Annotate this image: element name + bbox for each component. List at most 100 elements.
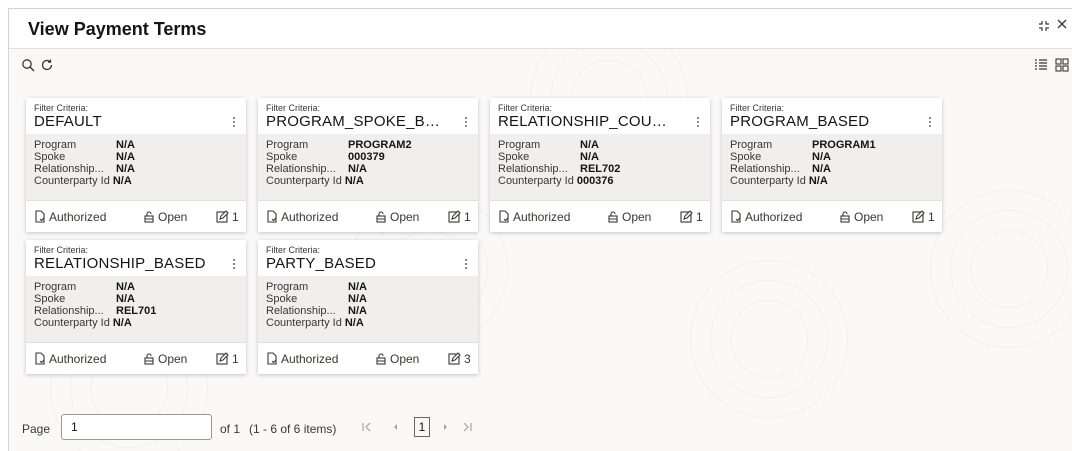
card-title: RELATIONSHIP_BASED xyxy=(34,255,206,272)
more-options-icon[interactable] xyxy=(928,117,932,129)
page-label: Page xyxy=(22,422,51,436)
spoke-label: Spoke xyxy=(34,293,66,305)
program-row: Program N/A xyxy=(34,139,135,151)
last-page-icon[interactable] xyxy=(461,421,473,436)
authorized-label: Authorized xyxy=(49,210,107,224)
more-options-icon[interactable] xyxy=(696,117,700,129)
page-of-label: of 1 xyxy=(220,422,241,436)
collapse-icon[interactable] xyxy=(1038,20,1050,36)
counterparty-value: N/A xyxy=(808,175,828,187)
payment-term-card[interactable]: Filter Criteria: DEFAULT Program N/A Spoke N/… xyxy=(26,98,246,232)
open-status: Open xyxy=(607,210,651,224)
relationship-row: Relationship... N/A xyxy=(34,163,135,175)
spoke-value: 000379 xyxy=(348,151,385,163)
card-details: Program N/A Spoke N/A Relationship... REL702 C… xyxy=(490,134,710,200)
version-count-value: 1 xyxy=(928,210,935,224)
counterparty-value: N/A xyxy=(344,317,364,329)
spoke-value: N/A xyxy=(348,293,367,305)
card-details: Program PROGRAM1 Spoke N/A Relationship... N/… xyxy=(722,134,942,200)
relationship-row: Relationship... N/A xyxy=(266,163,367,175)
edit-icon xyxy=(216,210,232,224)
relationship-row: Relationship... N/A xyxy=(266,305,367,317)
payment-term-card[interactable]: Filter Criteria: RELATIONSHIP_BASED Progra… xyxy=(26,240,246,374)
relationship-label: Relationship... xyxy=(498,163,568,175)
version-count[interactable]: 1 xyxy=(448,210,471,224)
spoke-label: Spoke xyxy=(730,151,762,163)
open-label: Open xyxy=(158,210,188,224)
search-icon[interactable] xyxy=(21,58,35,77)
authorized-icon xyxy=(730,210,745,224)
card-header: Filter Criteria: RELATIONSHIP_BASED xyxy=(26,240,246,275)
version-count[interactable]: 1 xyxy=(912,210,935,224)
authorized-label: Authorized xyxy=(49,352,107,366)
open-status: Open xyxy=(143,210,187,224)
relationship-row: Relationship... REL702 xyxy=(498,163,620,175)
open-label: Open xyxy=(622,210,652,224)
edit-icon xyxy=(216,352,232,366)
version-count[interactable]: 3 xyxy=(448,352,471,366)
view-payment-terms-window: View Payment Terms Filter Criteria: DEFAU… xyxy=(8,8,1072,451)
card-footer: Authorized Open 1 xyxy=(26,200,246,232)
edit-icon xyxy=(448,210,464,224)
counterparty-label: Counterparty Id xyxy=(266,175,342,187)
card-footer: Authorized Open 3 xyxy=(258,342,478,374)
refresh-icon[interactable] xyxy=(40,58,54,77)
more-options-icon[interactable] xyxy=(464,117,468,129)
program-row: Program PROGRAM2 xyxy=(266,139,412,151)
grid-view-icon[interactable] xyxy=(1055,58,1069,77)
card-details: Program N/A Spoke N/A Relationship... REL701 C… xyxy=(26,276,246,342)
relationship-value: N/A xyxy=(116,163,135,175)
payment-term-card[interactable]: Filter Criteria: PARTY_BASED Program N/A Spo… xyxy=(258,240,478,374)
counterparty-row: Counterparty Id N/A xyxy=(730,175,828,187)
more-options-icon[interactable] xyxy=(232,259,236,271)
version-count[interactable]: 1 xyxy=(680,210,703,224)
spoke-label: Spoke xyxy=(34,151,66,163)
items-count-label: (1 - 6 of 6 items) xyxy=(249,422,337,436)
open-status: Open xyxy=(143,352,187,366)
counterparty-label: Counterparty Id xyxy=(730,175,806,187)
current-page-button[interactable]: 1 xyxy=(414,417,430,437)
version-count-value: 3 xyxy=(464,352,471,366)
spoke-label: Spoke xyxy=(266,293,298,305)
counterparty-row: Counterparty Id N/A xyxy=(34,175,132,187)
card-details: Program PROGRAM2 Spoke 000379 Relationship..… xyxy=(258,134,478,200)
authorized-icon xyxy=(34,352,49,366)
list-view-icon[interactable] xyxy=(1034,58,1048,77)
counterparty-value: N/A xyxy=(112,175,132,187)
open-label: Open xyxy=(390,210,420,224)
authorized-icon xyxy=(498,210,513,224)
program-row: Program N/A xyxy=(498,139,599,151)
filter-criteria-label: Filter Criteria: xyxy=(266,245,321,255)
payment-term-card[interactable]: Filter Criteria:PROGRAM_SPOKE_BASED Progr… xyxy=(258,98,478,232)
spoke-label: Spoke xyxy=(498,151,530,163)
more-options-icon[interactable] xyxy=(232,117,236,129)
payment-term-card[interactable]: Filter Criteria: PROGRAM_BASED Program PROG… xyxy=(722,98,942,232)
version-count-value: 1 xyxy=(696,210,703,224)
open-status: Open xyxy=(375,352,419,366)
card-header: Filter Criteria: PARTY_BASED xyxy=(258,240,478,275)
version-count[interactable]: 1 xyxy=(216,210,239,224)
more-options-icon[interactable] xyxy=(464,259,468,271)
counterparty-value: 000376 xyxy=(576,175,614,187)
program-value: N/A xyxy=(348,281,367,293)
card-title: DEFAULT xyxy=(34,113,102,130)
authorized-label: Authorized xyxy=(513,210,571,224)
relationship-label: Relationship... xyxy=(34,305,104,317)
card-header: Filter Criteria: PROGRAM_BASED xyxy=(722,98,942,133)
authorized-label: Authorized xyxy=(745,210,803,224)
payment-term-card[interactable]: Filter Criteria: RELATIONSHIP_COUNTE... Pr… xyxy=(490,98,710,232)
relationship-label: Relationship... xyxy=(266,305,336,317)
counterparty-label: Counterparty Id xyxy=(34,175,110,187)
page-number-input[interactable] xyxy=(61,414,212,440)
card-header: Filter Criteria:PROGRAM_SPOKE_BASED xyxy=(258,98,478,133)
relationship-label: Relationship... xyxy=(730,163,800,175)
previous-page-icon[interactable] xyxy=(389,421,401,436)
first-page-icon[interactable] xyxy=(361,421,373,436)
next-page-icon[interactable] xyxy=(440,421,452,436)
version-count[interactable]: 1 xyxy=(216,352,239,366)
close-icon[interactable] xyxy=(1056,18,1068,34)
relationship-label: Relationship... xyxy=(266,163,336,175)
version-count-value: 1 xyxy=(464,210,471,224)
relationship-value: REL702 xyxy=(580,163,621,175)
card-header: Filter Criteria: RELATIONSHIP_COUNTE... xyxy=(490,98,710,133)
